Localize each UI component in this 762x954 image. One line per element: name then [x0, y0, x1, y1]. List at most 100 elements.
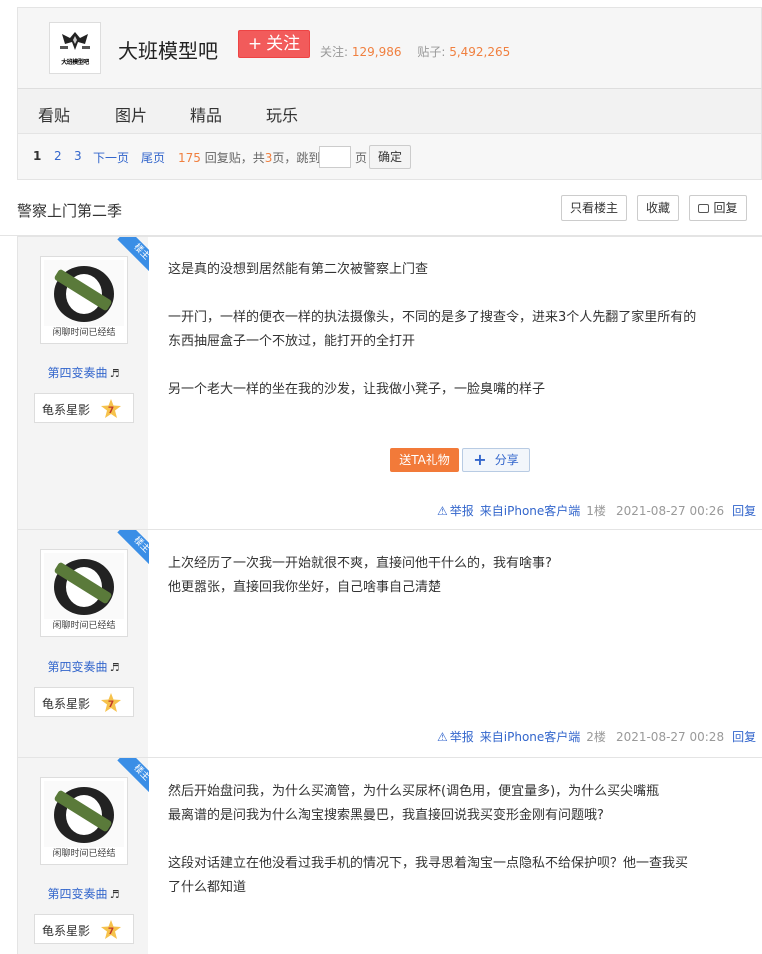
reply-button[interactable]: 回复: [689, 195, 747, 221]
report-label: 举报: [449, 504, 474, 518]
send-gift-button[interactable]: 送TA礼物: [390, 448, 459, 472]
reply-icon: [698, 204, 710, 213]
floor-number: 2楼: [586, 730, 606, 744]
author-panel: 楼主 闲聊时间已经结 第四变奏曲 ♬ 龟系星影 7: [17, 530, 149, 757]
post-floor-3: 楼主 闲聊时间已经结 第四变奏曲 ♬ 龟系星影 7 然后开始盘问我，为什么买滴管，…: [17, 757, 762, 954]
report-link[interactable]: ⚠ 举报: [437, 730, 474, 744]
username[interactable]: 第四变奏曲 ♬: [18, 364, 149, 381]
avatar[interactable]: 闲聊时间已经结: [40, 256, 128, 344]
logo-text: 大班模型吧: [61, 59, 89, 66]
level-number: 7: [108, 406, 114, 416]
post-line: 然后开始盘问我，为什么买滴管，为什么买尿杯(调色用，便宜量多)，为什么买尖嘴瓶: [168, 784, 660, 799]
mecha-logo-icon: [60, 32, 90, 50]
client-source[interactable]: 来自iPhone客户端: [480, 730, 581, 744]
post-reply-link[interactable]: 回复: [732, 730, 756, 744]
post-meta: ⚠ 举报 来自iPhone客户端 2楼 2021-08-27 00:28 回复: [437, 728, 756, 745]
badge-name: 龟系星影: [42, 924, 91, 938]
nav-item-fun[interactable]: 玩乐: [266, 102, 298, 126]
forum-header: 大班模型吧 大班模型吧 + 关注 关注: 129,986 贴子: 5,492,26…: [17, 7, 762, 88]
username-text: 第四变奏曲: [47, 887, 108, 901]
badge-name: 龟系星影: [42, 697, 91, 711]
page-next[interactable]: 下一页: [93, 149, 129, 166]
pager: 1 2 3 下一页 尾页 175 回复贴，共3页，跳到 页 确定: [17, 134, 762, 180]
followers-count: 129,986: [351, 45, 402, 59]
post-content: 这是真的没想到居然能有第二次被警察上门查 一开门，一样的便衣一样的执法摄像头，不…: [168, 258, 696, 402]
post-line: 另一个老大一样的坐在我的沙发，让我做小凳子，一脸臭嘴的样子: [168, 382, 546, 397]
nav-item-posts[interactable]: 看贴: [38, 102, 70, 126]
level-star-icon: 7: [101, 693, 121, 712]
reply-label: 回复: [713, 201, 738, 215]
post-line: 东西抽屉盒子一个不放过，能打开的全打开: [168, 334, 416, 349]
pager-info-end: 页，跳到: [272, 151, 321, 165]
thread-title: 警察上门第二季: [17, 202, 123, 220]
post-content: 上次经历了一次我一开始就很不爽，直接问他干什么的，我有啥事? 他更嚣张，直接回我…: [168, 552, 552, 600]
forum-name[interactable]: 大班模型吧: [118, 35, 218, 64]
username[interactable]: 第四变奏曲 ♬: [18, 658, 149, 675]
member-badge[interactable]: 龟系星影 7: [34, 914, 134, 944]
music-note-icon: ♬: [109, 367, 120, 380]
post-time: 2021-08-27 00:28: [615, 730, 725, 744]
music-note-icon: ♬: [109, 661, 120, 674]
username-text: 第四变奏曲: [47, 366, 108, 380]
member-badge[interactable]: 龟系星影 7: [34, 687, 134, 717]
posts-count: 5,492,265: [449, 45, 511, 59]
share-button[interactable]: + 分享: [462, 448, 530, 472]
favorite-button[interactable]: 收藏: [637, 195, 679, 221]
post-time: 2021-08-27 00:26: [615, 504, 725, 518]
post-line: 这段对话建立在他没看过我手机的情况下，我寻思着淘宝一点隐私不给保护呗？他一查我买: [168, 856, 689, 871]
post-line-blank: [168, 354, 696, 378]
author-panel: 楼主 闲聊时间已经结 第四变奏曲 ♬ 龟系星影 7: [17, 237, 149, 529]
client-source[interactable]: 来自iPhone客户端: [480, 504, 581, 518]
post-line-blank: [168, 282, 696, 306]
report-link[interactable]: ⚠ 举报: [437, 504, 474, 518]
username[interactable]: 第四变奏曲 ♬: [18, 885, 149, 902]
level-star-icon: 7: [101, 920, 121, 939]
post-floor-2: 楼主 闲聊时间已经结 第四变奏曲 ♬ 龟系星影 7 上次经历了一次我一开始就很不爽…: [17, 529, 762, 757]
posts-label: 贴子:: [417, 45, 446, 59]
avatar-caption: 闲聊时间已经结: [44, 326, 124, 340]
forum-stats: 关注: 129,986 贴子: 5,492,265: [320, 43, 510, 60]
post-meta: ⚠ 举报 来自iPhone客户端 1楼 2021-08-27 00:26 回复: [437, 502, 756, 519]
music-note-icon: ♬: [109, 888, 120, 901]
badge-name: 龟系星影: [42, 403, 91, 417]
level-star-icon: 7: [101, 399, 121, 418]
page-link-3[interactable]: 3: [74, 149, 82, 163]
avatar[interactable]: 闲聊时间已经结: [40, 777, 128, 865]
post-line: 上次经历了一次我一开始就很不爽，直接问他干什么的，我有啥事?: [168, 556, 552, 571]
warning-icon: ⚠: [437, 730, 448, 744]
jump-confirm-button[interactable]: 确定: [369, 145, 411, 169]
jump-page-input[interactable]: [319, 146, 351, 168]
level-number: 7: [108, 927, 114, 937]
post-floor-1: 楼主 闲聊时间已经结 第四变奏曲 ♬ 龟系星影 7 这是真的没想到居然能有第二次被…: [17, 236, 762, 529]
pager-info-mid: 回复贴，共: [204, 151, 265, 165]
member-badge[interactable]: 龟系星影 7: [34, 393, 134, 423]
level-number: 7: [108, 700, 114, 710]
post-content: 然后开始盘问我，为什么买滴管，为什么买尿杯(调色用，便宜量多)，为什么买尖嘴瓶 …: [168, 780, 688, 900]
followers-label: 关注:: [320, 45, 349, 59]
plus-icon: +: [247, 34, 263, 54]
post-line-blank: [168, 828, 688, 852]
forum-nav: 看贴 图片 精品 玩乐: [17, 88, 762, 134]
page-last[interactable]: 尾页: [141, 149, 165, 166]
nav-item-featured[interactable]: 精品: [190, 102, 222, 126]
page-current: 1: [33, 149, 42, 163]
page-unit: 页: [355, 151, 368, 165]
post-line: 最离谱的是问我为什么淘宝搜索黑曼巴，我直接回说我买变形金刚有问题哦?: [168, 808, 604, 823]
report-label: 举报: [449, 730, 474, 744]
reply-count: 175: [178, 151, 201, 165]
post-line: 了什么都知道: [168, 880, 247, 895]
post-reply-link[interactable]: 回复: [732, 504, 756, 518]
warning-icon: ⚠: [437, 504, 448, 518]
follow-label: 关注: [266, 34, 301, 54]
share-label: 分享: [494, 453, 519, 467]
page-link-2[interactable]: 2: [54, 149, 62, 163]
only-op-button[interactable]: 只看楼主: [561, 195, 627, 221]
avatar-caption: 闲聊时间已经结: [44, 619, 124, 633]
post-line: 一开门，一样的便衣一样的执法摄像头，不同的是多了搜查令，进来3个人先翻了家里所有…: [168, 310, 697, 325]
thread-title-row: 警察上门第二季 只看楼主 收藏 回复: [0, 180, 762, 236]
nav-item-images[interactable]: 图片: [115, 102, 147, 126]
avatar[interactable]: 闲聊时间已经结: [40, 549, 128, 637]
avatar-caption: 闲聊时间已经结: [44, 847, 124, 861]
follow-button[interactable]: + 关注: [238, 30, 310, 58]
forum-logo[interactable]: 大班模型吧: [49, 22, 101, 74]
